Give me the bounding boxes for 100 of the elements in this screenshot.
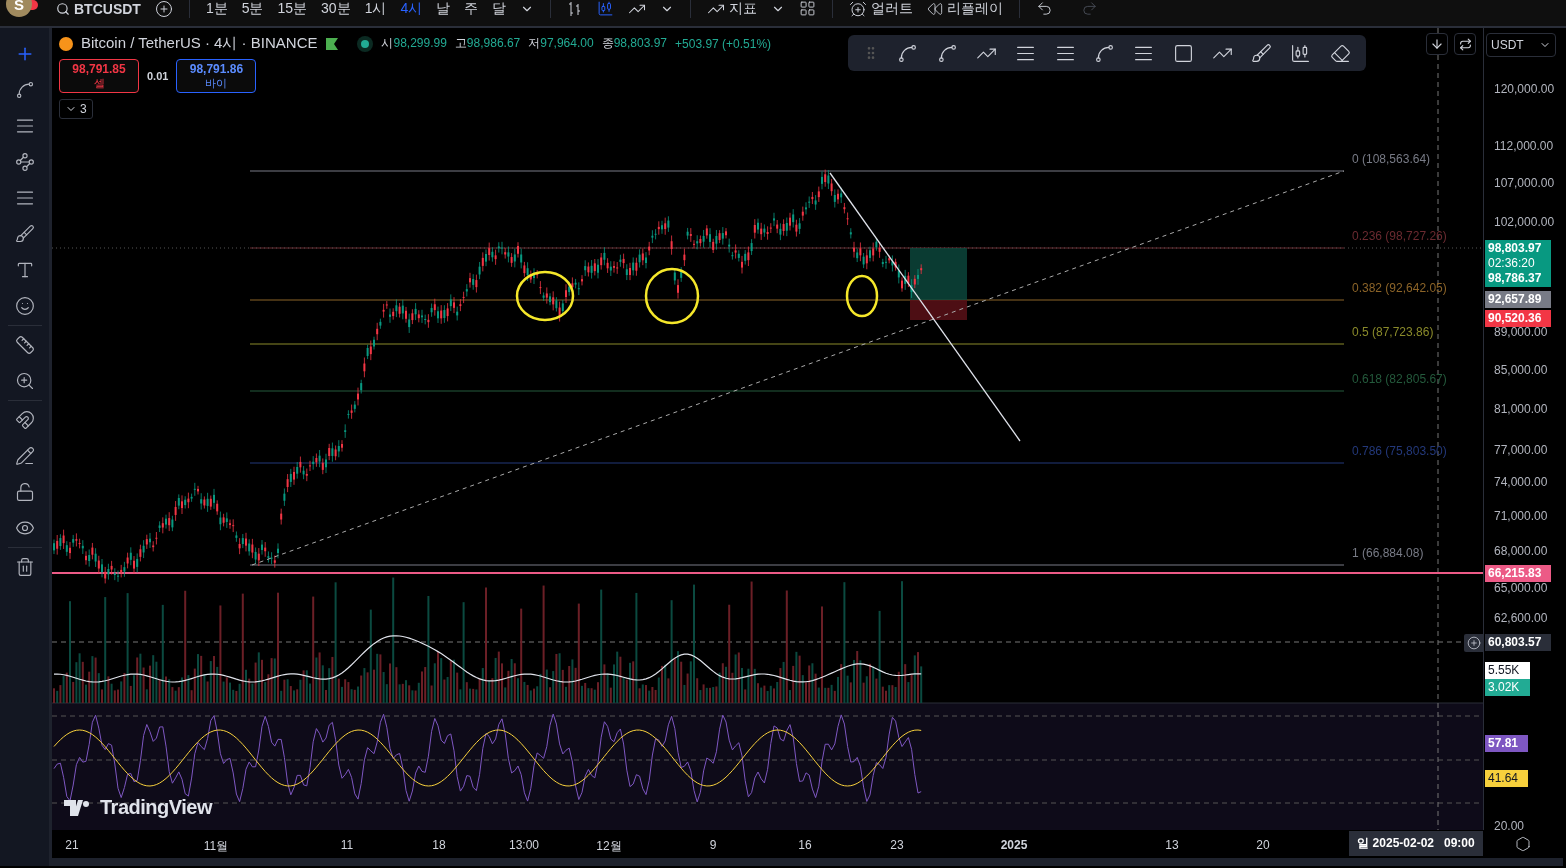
rewind-icon: [927, 0, 944, 17]
time-axis-label: 20: [1256, 838, 1270, 852]
magnet-icon: [14, 410, 35, 430]
price-tag: 98,803.97 02:36:20 98,786.37: [1485, 240, 1551, 287]
brush-icon[interactable]: [1251, 42, 1273, 64]
time-axis-label: 9: [709, 838, 717, 852]
alert-button[interactable]: 얼러트: [845, 0, 918, 17]
scroll-down-button[interactable]: [1426, 33, 1448, 55]
rsi-tag: 57.81: [1485, 735, 1528, 752]
ohlc-value: 저 97,964.00: [528, 35, 594, 52]
plus-circle-icon: [154, 0, 173, 18]
price-axis-label: 81,000.00: [1494, 402, 1548, 416]
price-axis-label: 102,000.00: [1494, 215, 1555, 229]
trend-line-icon[interactable]: [897, 42, 919, 64]
symbol-title: Bitcoin / TetherUS · 4시 · BINANCE: [81, 34, 318, 53]
rectangle-icon[interactable]: [1172, 42, 1194, 64]
tradingview-logo: TradingView: [64, 796, 212, 819]
price-axis-label: 85,000.00: [1494, 363, 1548, 377]
buy-button[interactable]: 98,791.86 바이: [176, 59, 257, 93]
time-axis-label: 11월: [203, 838, 229, 855]
ohlc-value: 종98,803.97: [601, 35, 668, 52]
price-axis-label: 71,000.00: [1494, 509, 1548, 523]
interval-tab[interactable]: 달: [488, 0, 511, 17]
fib-level-label: 0.382 (92,642.05): [1352, 281, 1447, 295]
lock-open-icon: [14, 482, 35, 502]
currency-select[interactable]: USDT: [1486, 33, 1556, 57]
trash-icon: [14, 557, 35, 577]
zoom-in-icon: [14, 371, 35, 391]
hand-drawn-circle: [845, 274, 879, 318]
eraser-icon[interactable]: [1329, 42, 1351, 64]
crosshair-price-tag: 60,803.57: [1485, 634, 1551, 651]
price-axis-label: 65,000.00: [1494, 581, 1548, 595]
interval-tab[interactable]: 주: [460, 0, 483, 17]
brush-icon: [14, 224, 35, 244]
search-icon: [56, 1, 70, 16]
trend-line-icon: [14, 80, 35, 100]
price-axis-label: 68,000.00: [1494, 544, 1548, 558]
ohlc-value: 고98,986.67: [454, 35, 521, 52]
add-alert-button[interactable]: [1464, 634, 1484, 652]
time-axis-label: 13: [1165, 838, 1179, 852]
redo-icon: [1081, 0, 1099, 17]
sync-button[interactable]: [1454, 33, 1476, 55]
price-axis-label: 89,000.00: [1494, 325, 1548, 339]
price-change: +503.97 (+0.51%): [675, 36, 772, 51]
candlestick-icon[interactable]: [1290, 42, 1312, 64]
fib-level-label: 0.618 (82,805.67): [1352, 372, 1447, 386]
bitcoin-icon: [59, 36, 73, 51]
collapse-indicators-button[interactable]: 3: [59, 99, 93, 119]
profit-zone: [910, 248, 967, 300]
hand-drawn-circle: [515, 270, 575, 322]
price-axis-label: 74,000.00: [1494, 475, 1548, 489]
price-tag: 66,215.83: [1485, 565, 1551, 582]
candlestick-icon: [597, 0, 615, 17]
spread-value: 0.01: [147, 70, 169, 82]
interval-tab[interactable]: 1시: [360, 0, 391, 17]
price-axis-label: 62,600.00: [1494, 611, 1548, 625]
rsi-tag: 41.64: [1485, 770, 1528, 787]
interval-tab[interactable]: 30분: [317, 0, 355, 17]
time-axis-label: 23: [890, 838, 904, 852]
fib-level-label: 0.5 (87,723.86): [1352, 325, 1434, 339]
price-axis-label: 20.00: [1494, 819, 1525, 833]
interval-tab[interactable]: 1분: [201, 0, 232, 17]
price-axis-label: 77,000.00: [1494, 443, 1548, 457]
time-axis-label: 2025: [1000, 838, 1028, 852]
alarm-icon: [849, 0, 868, 18]
price-axis-label: 107,000.00: [1494, 176, 1555, 190]
interval-tab[interactable]: 4시: [396, 0, 427, 17]
replay-button[interactable]: 리플레이: [923, 0, 1008, 17]
fib-level-label: 0 (108,563.64): [1352, 152, 1431, 166]
sell-button[interactable]: 98,791.85 셀: [59, 59, 139, 93]
interval-tab[interactable]: 날: [432, 0, 455, 17]
interval-tab[interactable]: 15분: [273, 0, 312, 17]
volume-tag: 3.02K: [1485, 679, 1530, 696]
grid-icon: [799, 0, 817, 17]
status-dot-icon: [357, 35, 374, 52]
fib-level-label: 0.786 (75,803.50): [1352, 444, 1447, 458]
indicators-button[interactable]: 지표: [703, 0, 762, 17]
arrow-down-icon: [1430, 37, 1444, 51]
smiley-icon: [14, 296, 35, 316]
pencil-icon: [14, 446, 35, 466]
price-axis-label: 112,000.00: [1494, 139, 1554, 153]
hand-drawn-circle: [644, 267, 700, 325]
settings-icon[interactable]: [1515, 836, 1531, 852]
ruler-icon: [14, 335, 35, 355]
fib-level-label: 0.236 (98,727.26): [1352, 229, 1447, 243]
time-axis-label: 18: [432, 838, 446, 852]
price-axis-label: 120,000.00: [1494, 82, 1555, 96]
volume-tag: 5.55K: [1485, 662, 1530, 679]
plus-circle-icon: [1467, 636, 1481, 650]
symbol-search[interactable]: BTCUSDT: [52, 0, 145, 17]
crosshair-time-label: 일 2025-02-02 09:00: [1349, 831, 1483, 856]
interval-tab[interactable]: 5분: [237, 0, 268, 17]
time-axis-label: 11: [340, 838, 354, 852]
undo-icon: [1036, 0, 1054, 17]
repeat-icon: [1458, 37, 1472, 51]
loss-zone: [910, 300, 967, 320]
flag-icon: [325, 37, 340, 50]
time-axis-label: 13:00: [509, 838, 539, 852]
time-axis-label: 12월: [596, 838, 622, 855]
time-axis-label: 16: [798, 838, 812, 852]
